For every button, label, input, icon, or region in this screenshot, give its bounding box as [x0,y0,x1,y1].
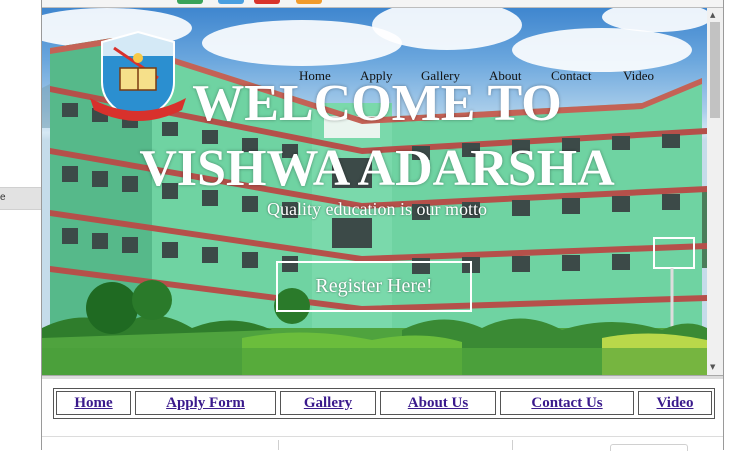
register-button[interactable]: Register Here! [276,261,472,312]
vertical-scrollbar[interactable]: ▲ ▼ [707,8,723,375]
web-page-frame: Home Apply Gallery About Contact Video W… [41,0,724,451]
scroll-down-arrow-icon[interactable]: ▼ [710,363,715,371]
school-tagline: Quality education is our motto [267,199,487,219]
welcome-headline-line1: WELCOME TO [192,75,562,132]
section-divider [278,440,279,450]
social-icons-bar [42,0,723,8]
nav-link-contact-us[interactable]: Contact Us [500,391,634,415]
nav-link-gallery[interactable]: Gallery [280,391,376,415]
youtube-icon[interactable] [254,0,280,4]
nav-link-home[interactable]: Home [56,391,131,415]
bottom-nav-table: Home Apply Form Gallery About Us Contact… [53,388,715,419]
section-divider [42,436,723,437]
google-icon[interactable] [177,0,203,4]
iframe-bottom-border [42,375,723,379]
section-divider [512,440,513,450]
scroll-up-arrow-icon[interactable]: ▲ [710,11,715,19]
left-panel-tab[interactable]: e [0,187,41,210]
rss-icon[interactable] [296,0,322,4]
scrollbar-thumb[interactable] [710,22,720,118]
twitter-icon[interactable] [218,0,244,4]
nav-link-about-us[interactable]: About Us [380,391,496,415]
nav-link-video[interactable]: Video [638,391,712,415]
hero-banner: Home Apply Gallery About Contact Video W… [42,8,707,375]
left-side-panel: e [0,0,41,450]
welcome-headline-line2: VISHWA ADARSHA [139,140,615,197]
nav-link-apply-form[interactable]: Apply Form [135,391,276,415]
left-panel-tab-label: e [0,192,6,203]
